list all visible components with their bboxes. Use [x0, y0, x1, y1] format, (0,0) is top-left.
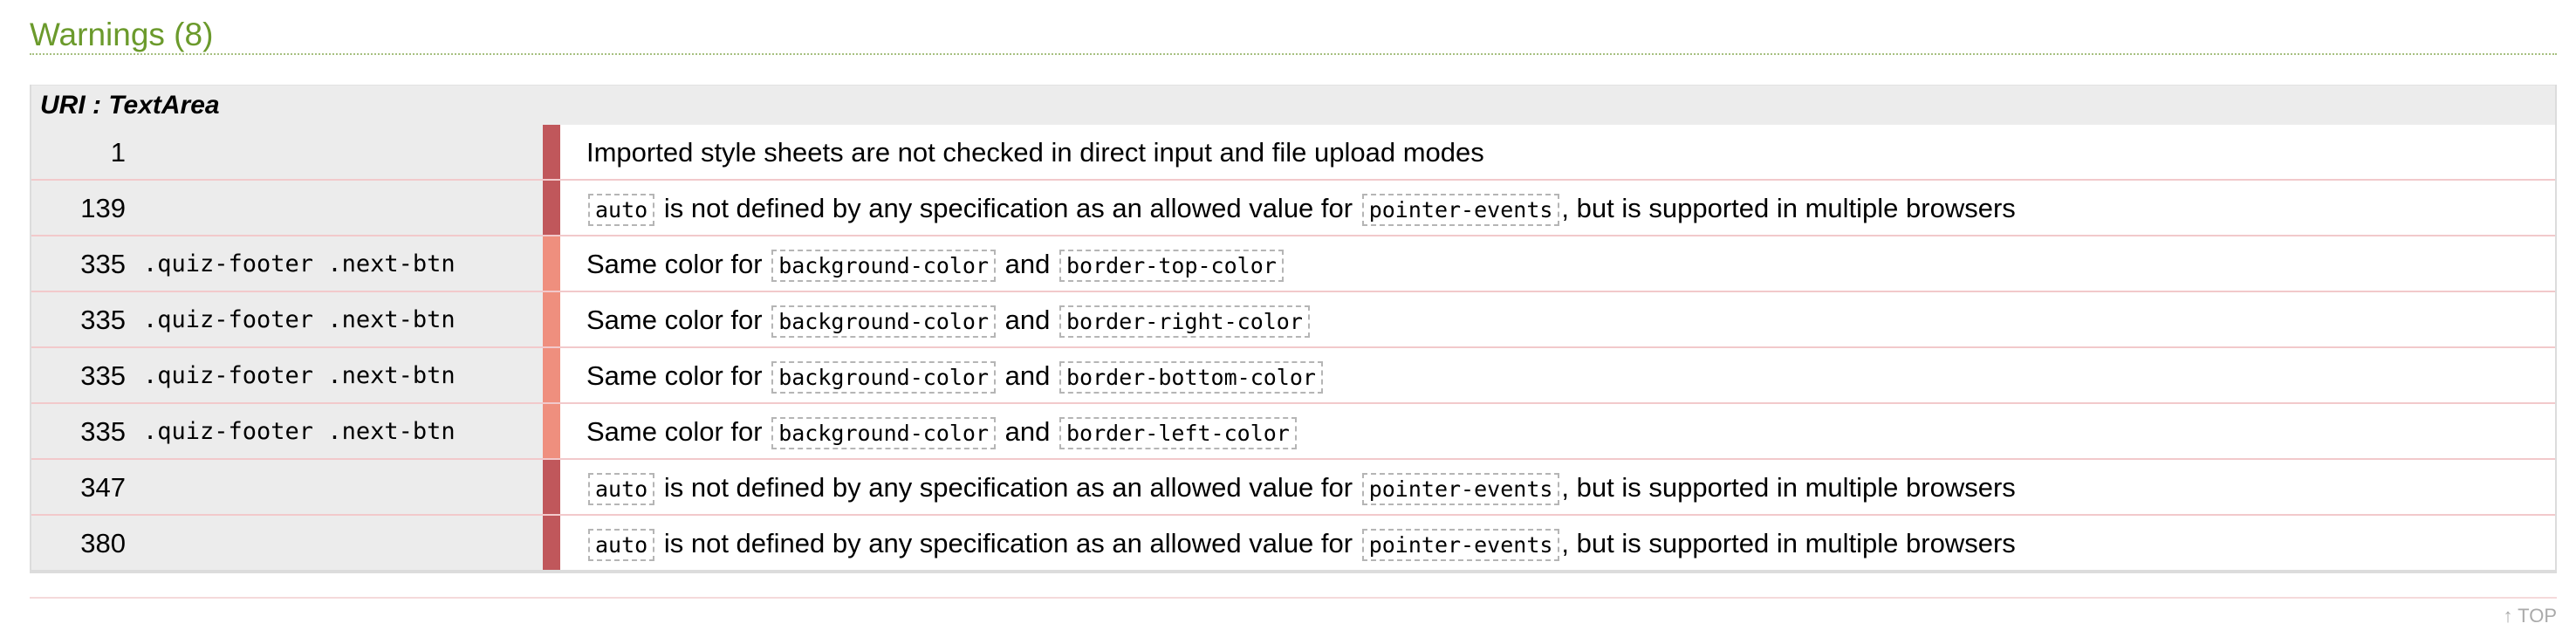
uri-header: URI : TextArea: [31, 85, 2555, 125]
code-token: pointer-events: [1361, 529, 1560, 561]
css-selector: [136, 125, 543, 179]
line-number: 1: [31, 125, 136, 179]
code-token: pointer-events: [1361, 473, 1560, 505]
footer-divider: [30, 597, 2557, 599]
warning-message: auto is not defined by any specification…: [560, 460, 2555, 514]
css-selector: .quiz-footer .next-btn: [136, 348, 543, 402]
warnings-table: URI : TextArea 1 Imported style sheets ar…: [30, 85, 2557, 573]
severity-indicator: [543, 348, 560, 402]
message-text: and: [997, 416, 1058, 447]
message-text: , but is supported in multiple browsers: [1561, 472, 2016, 503]
severity-indicator: [543, 516, 560, 570]
message-text: and: [997, 360, 1058, 391]
css-selector: .quiz-footer .next-btn: [136, 236, 543, 291]
code-token: border-right-color: [1058, 305, 1310, 338]
warning-message: auto is not defined by any specification…: [560, 181, 2555, 235]
message-text: Same color for: [586, 249, 771, 279]
line-number: 335: [31, 292, 136, 346]
table-row: 335 .quiz-footer .next-btn Same color for …: [31, 236, 2555, 292]
css-selector: .quiz-footer .next-btn: [136, 404, 543, 458]
message-text: is not defined by any specification as a…: [656, 528, 1360, 558]
severity-indicator: [543, 460, 560, 514]
message-text: , but is supported in multiple browsers: [1561, 528, 2016, 558]
severity-indicator: [543, 181, 560, 235]
table-row: 139 auto is not defined by any specificat…: [31, 181, 2555, 236]
message-text: is not defined by any specification as a…: [656, 472, 1360, 503]
code-token: background-color: [771, 417, 997, 449]
code-token: border-top-color: [1058, 250, 1284, 282]
code-token: border-left-color: [1058, 417, 1297, 449]
message-text: Same color for: [586, 416, 771, 447]
code-token: pointer-events: [1361, 194, 1560, 226]
line-number: 380: [31, 516, 136, 570]
severity-indicator: [543, 292, 560, 346]
css-selector: [136, 516, 543, 570]
severity-indicator: [543, 125, 560, 179]
code-token: border-bottom-color: [1058, 361, 1323, 394]
severity-indicator: [543, 236, 560, 291]
line-number: 335: [31, 348, 136, 402]
code-token: auto: [588, 529, 655, 561]
warning-message: Same color for background-color and bord…: [560, 348, 2555, 402]
table-row: 1 Imported style sheets are not checked i…: [31, 125, 2555, 181]
table-row: 380 auto is not defined by any specificat…: [31, 516, 2555, 572]
table-row: 347 auto is not defined by any specificat…: [31, 460, 2555, 516]
warnings-section: Warnings (8) URI : TextArea 1 Imported st…: [30, 16, 2557, 573]
message-text: and: [997, 305, 1058, 335]
message-text: Same color for: [586, 360, 771, 391]
code-token: background-color: [771, 305, 997, 338]
line-number: 335: [31, 236, 136, 291]
table-row: 335 .quiz-footer .next-btn Same color for …: [31, 404, 2555, 460]
line-number: 347: [31, 460, 136, 514]
css-selector: [136, 181, 543, 235]
warning-message: Same color for background-color and bord…: [560, 292, 2555, 346]
message-text: , but is supported in multiple browsers: [1561, 193, 2016, 223]
line-number: 335: [31, 404, 136, 458]
warning-message: auto is not defined by any specification…: [560, 516, 2555, 570]
severity-indicator: [543, 404, 560, 458]
message-text: Same color for: [586, 305, 771, 335]
css-selector: .quiz-footer .next-btn: [136, 292, 543, 346]
table-row: 335 .quiz-footer .next-btn Same color for …: [31, 348, 2555, 404]
warning-message: Imported style sheets are not checked in…: [560, 125, 2555, 179]
message-text: Imported style sheets are not checked in…: [586, 137, 1484, 168]
warning-message: Same color for background-color and bord…: [560, 404, 2555, 458]
warnings-rows: 1 Imported style sheets are not checked i…: [31, 125, 2555, 572]
code-token: auto: [588, 194, 655, 226]
message-text: is not defined by any specification as a…: [656, 193, 1360, 223]
css-selector: [136, 460, 543, 514]
top-link[interactable]: ↑ TOP: [2503, 605, 2557, 627]
message-text: and: [997, 249, 1058, 279]
warning-message: Same color for background-color and bord…: [560, 236, 2555, 291]
section-title: Warnings (8): [30, 16, 2557, 55]
table-row: 335 .quiz-footer .next-btn Same color for …: [31, 292, 2555, 348]
code-token: background-color: [771, 361, 997, 394]
code-token: background-color: [771, 250, 997, 282]
line-number: 139: [31, 181, 136, 235]
code-token: auto: [588, 473, 655, 505]
